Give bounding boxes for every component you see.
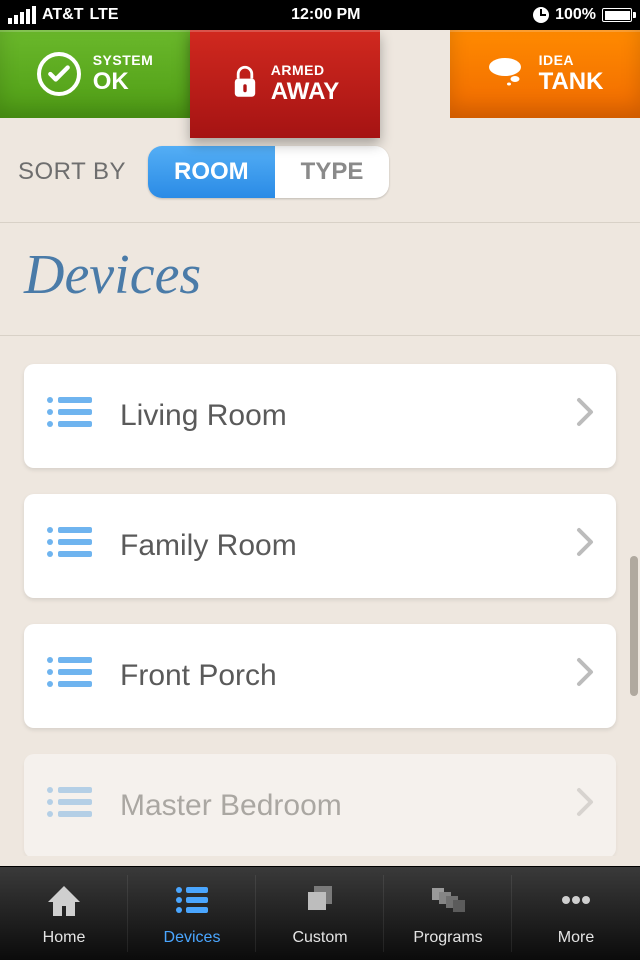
- tab-custom[interactable]: Custom: [256, 867, 384, 960]
- room-item-master-bedroom[interactable]: Master Bedroom: [24, 754, 616, 856]
- carrier-label: AT&T: [42, 6, 83, 24]
- alarm-icon: [533, 7, 549, 23]
- more-icon: [556, 880, 596, 925]
- sort-room-button[interactable]: ROOM: [148, 146, 275, 198]
- sort-by-label: SORT BY: [18, 158, 126, 186]
- system-status-line2: OK: [93, 68, 154, 96]
- chat-bubble-icon: [487, 57, 527, 92]
- room-item-living-room[interactable]: Living Room: [24, 364, 616, 468]
- tab-more[interactable]: More: [512, 867, 640, 960]
- tab-label: Custom: [292, 929, 347, 947]
- room-label: Family Room: [120, 529, 576, 563]
- tab-label: Home: [43, 929, 86, 947]
- tab-label: Devices: [164, 929, 221, 947]
- idea-tank-card[interactable]: IDEA TANK: [450, 30, 640, 118]
- status-time: 12:00 PM: [119, 6, 534, 24]
- system-status-card[interactable]: SYSTEM OK: [0, 30, 190, 118]
- lock-icon: [231, 65, 259, 104]
- armed-status-line1: ARMED: [271, 62, 339, 78]
- scrollbar-thumb[interactable]: [630, 556, 638, 696]
- check-circle-icon: [37, 52, 81, 96]
- signal-icon: [8, 6, 36, 24]
- armed-status-line2: AWAY: [271, 78, 339, 106]
- idea-tank-line1: IDEA: [539, 52, 604, 68]
- page-title: Devices: [0, 223, 640, 336]
- tab-label: Programs: [413, 929, 482, 947]
- status-cards-row: SYSTEM OK ARMED AWAY IDEA TANK: [0, 30, 640, 118]
- list-icon: [46, 655, 92, 697]
- list-icon: [172, 880, 212, 925]
- armed-status-card[interactable]: ARMED AWAY: [190, 30, 380, 138]
- squares-icon: [300, 880, 340, 925]
- tab-programs[interactable]: Programs: [384, 867, 512, 960]
- chevron-right-icon: [576, 787, 594, 825]
- tab-label: More: [558, 929, 594, 947]
- battery-pct: 100%: [555, 6, 596, 24]
- chevron-right-icon: [576, 397, 594, 435]
- list-icon: [46, 395, 92, 437]
- room-label: Front Porch: [120, 659, 576, 693]
- system-status-line1: SYSTEM: [93, 52, 154, 68]
- stack-icon: [428, 880, 468, 925]
- list-icon: [46, 785, 92, 827]
- network-label: LTE: [89, 6, 118, 24]
- room-label: Master Bedroom: [120, 789, 576, 823]
- chevron-right-icon: [576, 527, 594, 565]
- sort-segmented-control: ROOM TYPE: [148, 146, 389, 198]
- sort-type-button[interactable]: TYPE: [275, 146, 390, 198]
- status-bar: AT&T LTE 12:00 PM 100%: [0, 0, 640, 30]
- idea-tank-line2: TANK: [539, 68, 604, 96]
- room-item-front-porch[interactable]: Front Porch: [24, 624, 616, 728]
- list-icon: [46, 525, 92, 567]
- tab-devices[interactable]: Devices: [128, 867, 256, 960]
- room-list: Living Room Family Room Front Porch Mast…: [0, 336, 640, 856]
- chevron-right-icon: [576, 657, 594, 695]
- room-label: Living Room: [120, 399, 576, 433]
- tab-home[interactable]: Home: [0, 867, 128, 960]
- spacer: [380, 30, 450, 118]
- battery-icon: [602, 8, 632, 22]
- home-icon: [44, 880, 84, 925]
- tab-bar: Home Devices Custom Programs More: [0, 866, 640, 960]
- room-item-family-room[interactable]: Family Room: [24, 494, 616, 598]
